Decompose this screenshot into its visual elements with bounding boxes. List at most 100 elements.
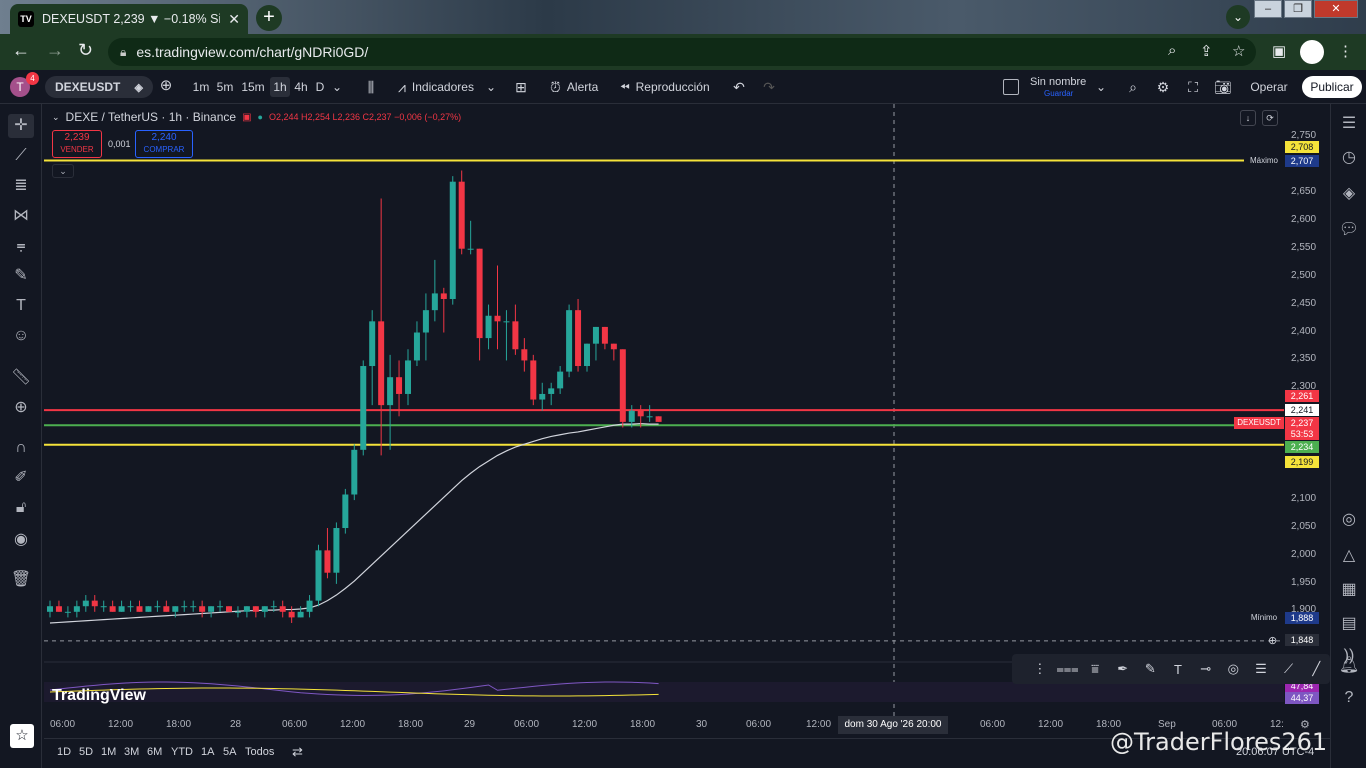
scroll-down-icon[interactable]: ↓ xyxy=(1240,110,1256,126)
favorite-star-icon[interactable]: ☆ xyxy=(10,724,34,748)
lock-icon[interactable]: 🔓︎ xyxy=(8,496,34,520)
share-icon[interactable]: ⇪ xyxy=(1200,42,1213,60)
fullscreen-icon[interactable]: ⛶ xyxy=(1184,77,1202,97)
range-1A[interactable]: 1A xyxy=(201,746,214,758)
search-icon[interactable]: ⌕ xyxy=(1168,42,1176,59)
range-5D[interactable]: 5D xyxy=(79,746,93,758)
drawbar-ray-icon[interactable]: ⟋ xyxy=(1275,661,1303,677)
target-icon[interactable]: ◎ xyxy=(1337,508,1361,532)
calendar-icon[interactable]: ▦ xyxy=(1337,578,1361,602)
settings-gear-icon[interactable]: ⚙︎ xyxy=(1154,77,1172,97)
zoom-in-icon[interactable]: ⊕ xyxy=(8,396,34,420)
url-field[interactable]: 🔒︎ es.tradingview.com/chart/gNDRi0GD/ xyxy=(108,38,1256,66)
indicators-button[interactable]: ⩘ Indicadores ⌄ xyxy=(398,70,496,104)
magnet-icon[interactable]: ∩ xyxy=(8,436,34,460)
emoji-icon[interactable]: ☺ xyxy=(8,324,34,348)
timeframe-dropdown-icon[interactable]: ⌄ xyxy=(330,77,344,97)
timeframe-4h[interactable]: 4h xyxy=(292,77,310,97)
layout-dropdown-icon[interactable]: ⌄ xyxy=(1094,77,1108,97)
operar-button[interactable]: Operar xyxy=(1242,76,1296,98)
forward-icon[interactable]: → xyxy=(46,40,64,61)
help-icon[interactable]: ? xyxy=(1337,686,1361,710)
candle-body xyxy=(333,528,340,573)
add-price-icon[interactable]: ⊕ xyxy=(1268,634,1277,647)
fib-icon[interactable]: ≣ xyxy=(8,174,34,198)
layout-checkbox[interactable] xyxy=(1003,79,1019,95)
range-1M[interactable]: 1M xyxy=(101,746,116,758)
sidepanel-icon[interactable]: ▣ xyxy=(1272,42,1286,60)
ideas-icon[interactable]: △ xyxy=(1337,544,1361,568)
profile-avatar[interactable] xyxy=(1300,40,1324,64)
compare-add-icon[interactable]: ⊕ xyxy=(158,77,174,97)
drawbar-hline-icon[interactable]: ⊸ xyxy=(1192,661,1220,677)
reload-icon[interactable]: ↻ xyxy=(78,40,93,61)
chat-icon[interactable]: 💬︎ xyxy=(1337,218,1361,242)
forecast-icon[interactable]: ⩦ xyxy=(8,234,34,258)
lock-drawing-icon[interactable]: ✐ xyxy=(8,466,34,490)
range-3M[interactable]: 3M xyxy=(124,746,139,758)
reset-scale-icon[interactable]: ⟳ xyxy=(1262,110,1278,126)
text-tool-icon[interactable]: T xyxy=(8,294,34,318)
publicar-button[interactable]: Publicar xyxy=(1302,76,1362,98)
sell-button[interactable]: 2,239 VENDER xyxy=(52,130,102,158)
timeframe-D[interactable]: D xyxy=(314,77,326,97)
tab-search-icon[interactable]: ⌄ xyxy=(1226,5,1250,29)
crosshair-icon[interactable]: ✛ xyxy=(8,114,34,138)
price-chart[interactable] xyxy=(44,104,1330,738)
pattern-icon[interactable]: ⋈ xyxy=(8,204,34,228)
buy-button[interactable]: 2,240 COMPRAR xyxy=(135,130,193,158)
watchlist-icon[interactable]: ☰ xyxy=(1337,112,1361,136)
replay-button[interactable]: ⏪︎ Reproducción xyxy=(620,70,710,104)
legend-toggle-icon[interactable]: ⌄ xyxy=(52,164,74,178)
browser-tab[interactable]: TV DEXEUSDT 2,239 ▼ −0.18% Sin n ✕ xyxy=(10,4,248,34)
minimize-button[interactable]: – xyxy=(1254,0,1282,18)
layout-name[interactable]: Sin nombre xyxy=(1030,76,1086,88)
candle-type-icon[interactable]: ⫼ xyxy=(362,77,380,97)
drawbar-handle-icon[interactable]: ⋮ xyxy=(1026,661,1054,677)
eye-icon[interactable]: ◉ xyxy=(8,528,34,552)
drawbar-target-icon[interactable]: ◎ xyxy=(1219,661,1247,677)
drawbar-text-icon[interactable]: T xyxy=(1164,662,1192,677)
timeframe-1m[interactable]: 1m xyxy=(192,77,210,97)
range-6M[interactable]: 6M xyxy=(147,746,162,758)
notifications-bell-icon[interactable]: 🔔︎ xyxy=(1337,654,1361,678)
ruler-icon[interactable]: 📏︎ xyxy=(8,366,34,390)
layout-save-link[interactable]: Guardar xyxy=(1044,89,1073,98)
quick-search-icon[interactable]: ⌕ xyxy=(1124,77,1142,97)
watchlist-diamond-icon[interactable]: ◈ xyxy=(135,81,143,94)
range-5A[interactable]: 5A xyxy=(223,746,236,758)
camera-icon[interactable]: 📷︎ xyxy=(1214,77,1232,97)
back-icon[interactable]: ← xyxy=(12,40,30,61)
timeframe-1h[interactable]: 1h xyxy=(270,77,290,97)
drawbar-menu-icon[interactable]: ☰ xyxy=(1247,661,1275,677)
range-Todos[interactable]: Todos xyxy=(245,746,274,758)
layouts-grid-icon[interactable]: ⊞ xyxy=(512,77,530,97)
trash-icon[interactable]: 🗑︎ xyxy=(8,568,34,592)
menu-icon[interactable]: ⋮ xyxy=(1338,42,1353,60)
drawbar-lines-icon[interactable]: ⩶ xyxy=(1054,661,1082,677)
undo-icon[interactable]: ↶ xyxy=(730,77,748,97)
symbol-search-button[interactable]: DEXEUSDT ◈ xyxy=(45,76,153,98)
drawbar-line-icon[interactable]: ╱ xyxy=(1302,661,1330,677)
redo-icon[interactable]: ↷ xyxy=(760,77,778,97)
alert-button[interactable]: ⏰︎ Alerta xyxy=(550,70,598,104)
close-tab-icon[interactable]: ✕ xyxy=(228,11,240,28)
layers-icon[interactable]: ◈ xyxy=(1337,182,1361,206)
timeframe-15m[interactable]: 15m xyxy=(241,77,265,97)
brush-icon[interactable]: ✎ xyxy=(8,264,34,288)
new-tab-button[interactable]: + xyxy=(256,5,282,31)
timeframe-5m[interactable]: 5m xyxy=(216,77,234,97)
drawbar-brush-icon[interactable]: ✎ xyxy=(1137,661,1165,677)
maximize-button[interactable]: ❐ xyxy=(1284,0,1312,18)
alerts-clock-icon[interactable]: ◷ xyxy=(1337,146,1361,170)
date-range-icon[interactable]: ⇄ xyxy=(292,744,303,760)
bookmark-star-icon[interactable]: ☆ xyxy=(1232,42,1245,60)
drawbar-pen-icon[interactable]: ✒ xyxy=(1109,661,1137,677)
range-1D[interactable]: 1D xyxy=(57,746,71,758)
close-window-button[interactable]: ✕ xyxy=(1314,0,1358,18)
legend-collapse-icon[interactable]: ⌄ xyxy=(52,112,60,123)
drawbar-channel-icon[interactable]: ⩸ xyxy=(1081,661,1109,677)
trendline-icon[interactable]: ⟋ xyxy=(8,144,34,168)
range-YTD[interactable]: YTD xyxy=(171,746,193,758)
hotlist-icon[interactable]: ▤ xyxy=(1337,612,1361,636)
